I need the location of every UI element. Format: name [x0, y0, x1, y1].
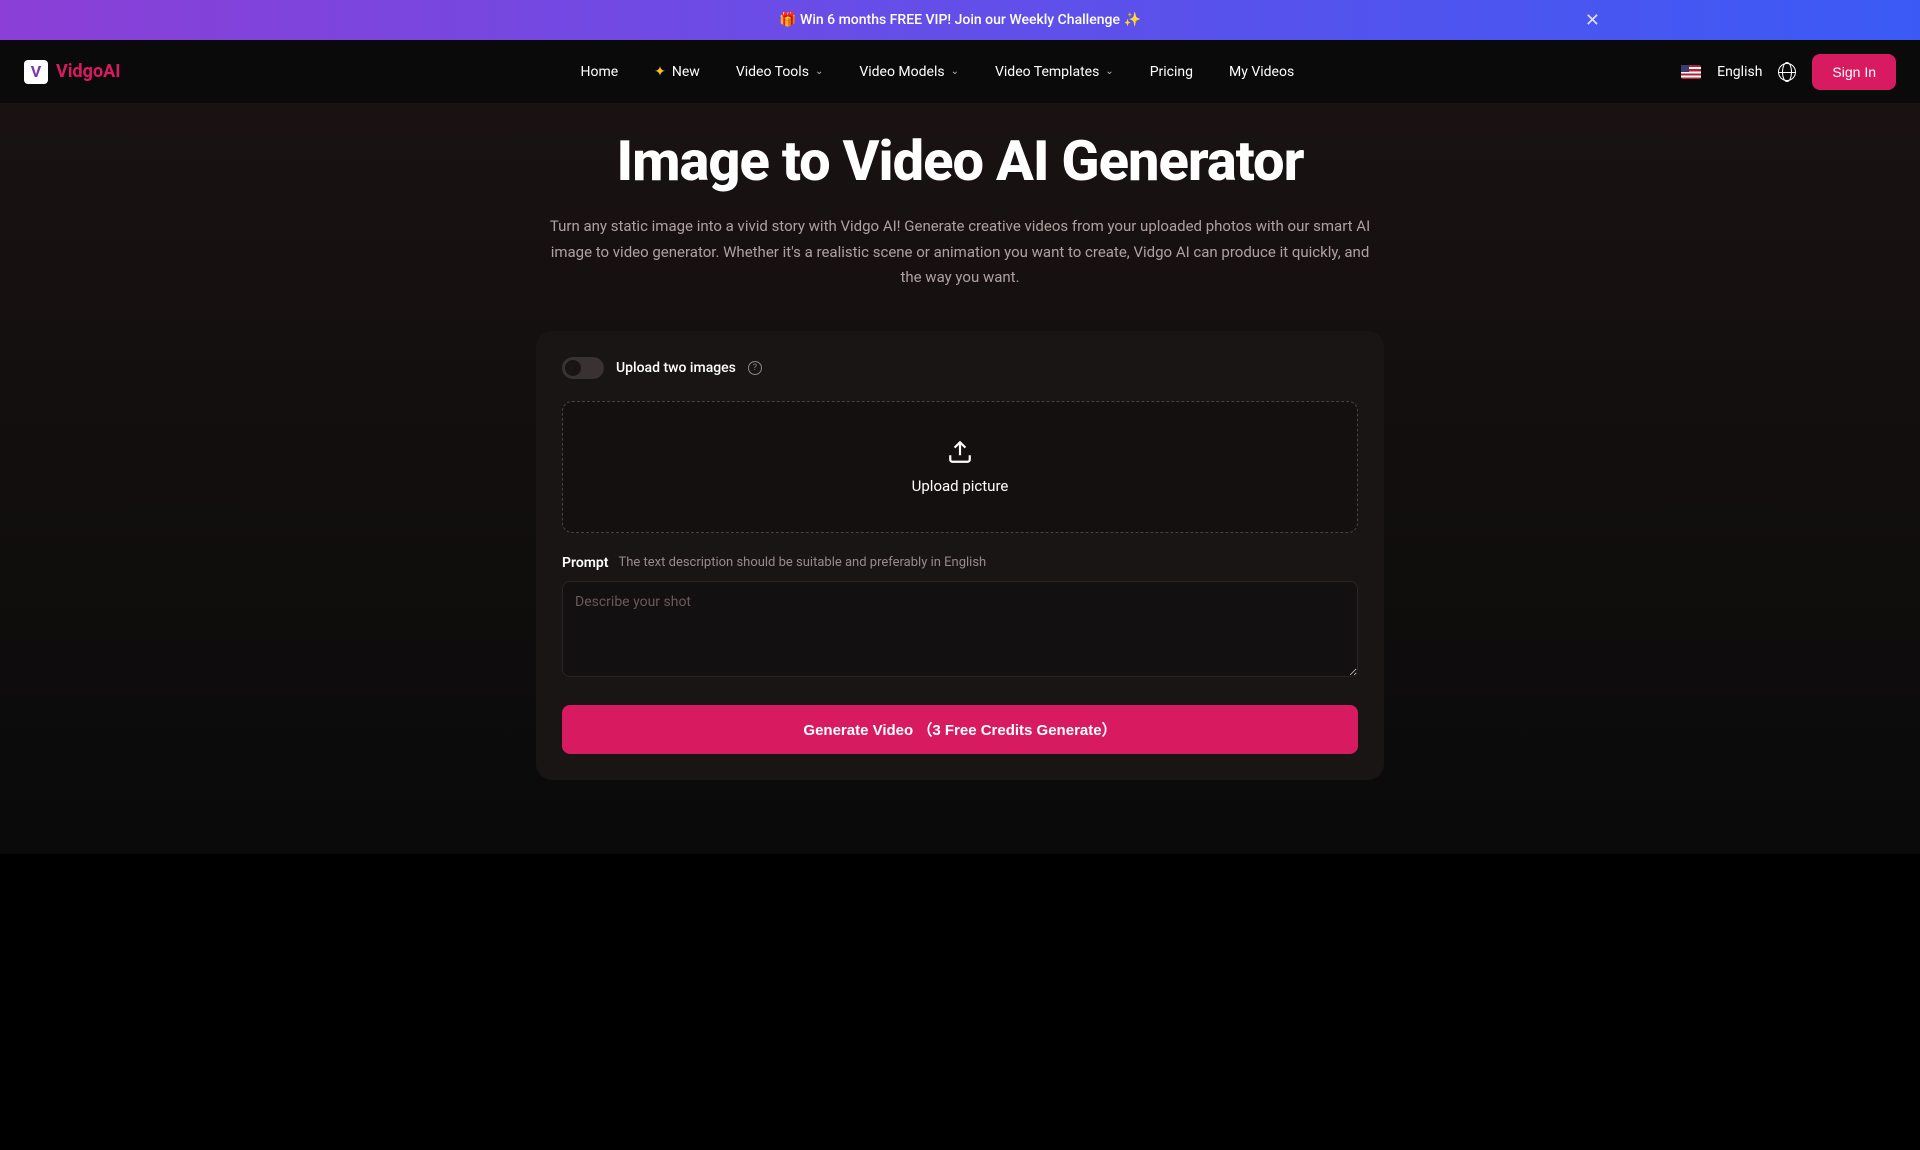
upload-two-toggle[interactable] [562, 357, 604, 379]
language-selector[interactable]: English [1717, 64, 1762, 80]
upload-text: Upload picture [912, 477, 1009, 495]
upload-zone[interactable]: Upload picture [562, 401, 1358, 533]
prompt-input[interactable] [562, 581, 1358, 677]
close-icon[interactable]: ✕ [1585, 10, 1600, 31]
flag-icon [1681, 65, 1701, 79]
nav-home[interactable]: Home [580, 64, 618, 80]
logo-icon: V [24, 60, 48, 84]
banner-text: 🎁 Win 6 months FREE VIP! Join our Weekly… [779, 12, 1141, 28]
toggle-label: Upload two images [616, 360, 736, 376]
logo-text: VidgoAI [56, 61, 120, 82]
sparkle-icon: ✦ [654, 64, 666, 80]
prompt-label: Prompt [562, 555, 609, 571]
nav-video-models[interactable]: Video Models ⌄ [859, 64, 959, 80]
header-right: English Sign In [1681, 54, 1896, 90]
footer-space [0, 854, 1920, 1150]
chevron-down-icon: ⌄ [1105, 66, 1113, 77]
chevron-down-icon: ⌄ [815, 66, 823, 77]
nav-my-videos[interactable]: My Videos [1229, 64, 1294, 80]
promo-banner[interactable]: 🎁 Win 6 months FREE VIP! Join our Weekly… [0, 0, 1920, 40]
signin-button[interactable]: Sign In [1812, 54, 1896, 90]
main-content: Image to Video AI Generator Turn any sta… [0, 104, 1920, 854]
logo[interactable]: V VidgoAI [24, 60, 120, 84]
nav-new[interactable]: ✦ New [654, 64, 700, 80]
prompt-hint: The text description should be suitable … [619, 555, 987, 570]
page-subtitle: Turn any static image into a vivid story… [540, 214, 1380, 291]
upload-icon [947, 439, 973, 465]
page-title: Image to Video AI Generator [0, 128, 1920, 194]
main-nav: Home ✦ New Video Tools ⌄ Video Models ⌄ … [580, 64, 1294, 80]
chevron-down-icon: ⌄ [951, 66, 959, 77]
nav-pricing[interactable]: Pricing [1150, 64, 1193, 80]
generate-button[interactable]: Generate Video （3 Free Credits Generate） [562, 705, 1358, 754]
header: V VidgoAI Home ✦ New Video Tools ⌄ Video… [0, 40, 1920, 104]
nav-video-tools[interactable]: Video Tools ⌄ [736, 64, 824, 80]
help-icon[interactable]: ? [748, 361, 762, 375]
prompt-label-row: Prompt The text description should be su… [562, 555, 1358, 571]
globe-icon[interactable] [1778, 63, 1796, 81]
toggle-row: Upload two images ? [562, 357, 1358, 379]
generator-card: Upload two images ? Upload picture Promp… [536, 331, 1384, 780]
nav-video-templates[interactable]: Video Templates ⌄ [995, 64, 1114, 80]
